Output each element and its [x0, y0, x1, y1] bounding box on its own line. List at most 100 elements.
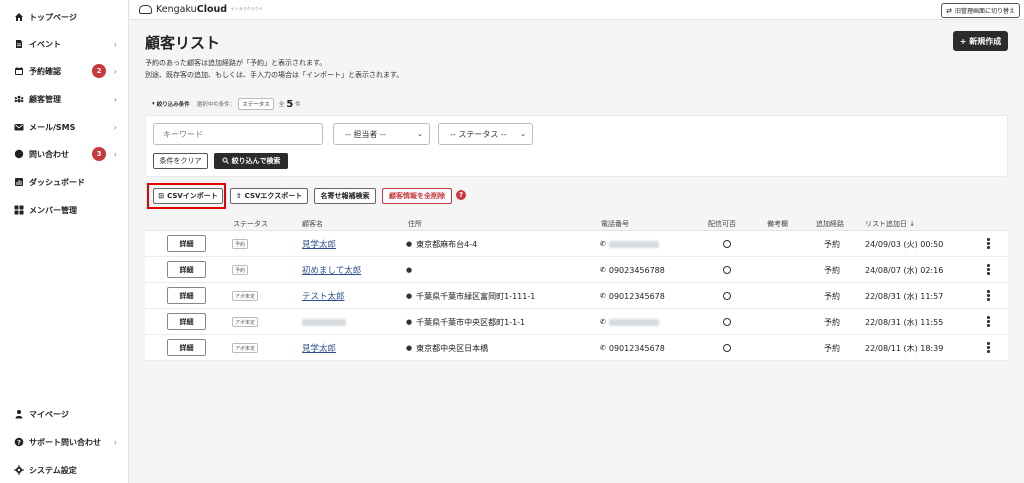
selected-conditions-label: 選択中の条件：: [196, 102, 236, 108]
users-icon: [14, 94, 24, 104]
switch-legacy-button[interactable]: ⇄ 旧管理画面に切り替え: [941, 3, 1020, 18]
mail-icon: [14, 122, 24, 132]
sidebar-item-customers[interactable]: 顧客管理 ›: [0, 88, 129, 110]
chevron-right-icon: ›: [113, 149, 117, 159]
sidebar-item-dashboard[interactable]: ダッシュボード: [0, 171, 129, 193]
chevron-right-icon: ›: [113, 39, 117, 49]
phone-icon: ✆: [600, 318, 606, 326]
sidebar-item-label: イベント: [29, 39, 61, 49]
header-status: ステータス: [233, 220, 268, 228]
deliverable-mark: [723, 318, 731, 326]
table-row: 詳細 アポ未定 テスト太郎 ● 千葉県千葉市緑区富岡町1-111-1 ✆ 09012…: [145, 283, 1008, 309]
header-name: 顧客名: [302, 220, 323, 228]
csv-export-button[interactable]: ⇧ CSVエクスポート: [230, 188, 308, 204]
chevron-right-icon: ›: [113, 94, 117, 104]
sidebar-item-label: トップページ: [29, 12, 77, 22]
chevron-right-icon: ›: [113, 66, 117, 76]
deliverable-mark: [723, 292, 731, 300]
phone-icon: ✆: [600, 240, 606, 248]
total-suffix: 件: [295, 102, 301, 108]
sidebar-item-label: 顧客管理: [29, 94, 61, 104]
sidebar-item-mypage[interactable]: マイページ: [0, 403, 129, 425]
customer-name-link[interactable]: テスト太郎: [302, 290, 345, 302]
chevron-right-icon: ›: [113, 122, 117, 132]
detail-button[interactable]: 詳細: [167, 235, 206, 252]
header-deliverable: 配信可否: [708, 220, 736, 228]
grid-icon: [14, 205, 24, 215]
table-row: 詳細 予約 見学太郎 ● 東京都麻布台4-4 ✆ 予約 24/09/03 (火) …: [145, 231, 1008, 257]
route-text: 予約: [824, 317, 840, 327]
sidebar-item-support[interactable]: ? サポート問い合わせ ›: [0, 431, 129, 453]
cloud-logo-icon: [139, 5, 152, 14]
search-icon: [222, 157, 229, 166]
filter-search-button[interactable]: 絞り込んで検索: [214, 153, 288, 169]
new-customer-button[interactable]: + 新規作成: [953, 31, 1008, 51]
filter-title[interactable]: 絞り込み条件: [157, 100, 190, 108]
header-phone: 電話番号: [601, 220, 629, 228]
sidebar-item-events[interactable]: イベント ›: [0, 33, 129, 55]
detail-button[interactable]: 詳細: [167, 313, 206, 330]
deliverable-mark: [723, 266, 731, 274]
detail-button[interactable]: 詳細: [167, 339, 206, 356]
route-text: 予約: [824, 343, 840, 353]
delete-all-button[interactable]: 顧客情報を全削除: [382, 188, 452, 204]
address-text: 東京都麻布台4-4: [416, 239, 478, 249]
filter-search-label: 絞り込んで検索: [231, 157, 281, 165]
import-icon: ⊡: [158, 192, 165, 200]
keyword-input[interactable]: [153, 123, 323, 145]
customer-name-link[interactable]: 初めまして太郎: [302, 264, 361, 276]
help-icon[interactable]: ?: [456, 190, 466, 200]
table-row: 詳細 アポ未定 ● 千葉県千葉市中央区都町1-1-1 ✆ 予約 22/08/31 …: [145, 309, 1008, 335]
chat-icon: [14, 149, 24, 159]
notification-badge: 2: [92, 64, 106, 78]
status-badge: 予約: [232, 265, 249, 275]
redacted-phone: [608, 318, 659, 326]
page-title: 顧客リスト: [145, 34, 221, 52]
customer-name-link[interactable]: 見学太郎: [302, 342, 336, 354]
clear-conditions-button[interactable]: 条件をクリア: [153, 153, 208, 169]
more-options-icon[interactable]: [987, 316, 990, 327]
status-select[interactable]: -- ステータス -- ⌄: [438, 123, 533, 145]
phone-text: 09023456788: [608, 265, 665, 275]
sidebar-item-settings[interactable]: システム設定: [0, 459, 129, 481]
filter-header: ▾ 絞り込み条件 選択中の条件： ステータス 全 5 件: [152, 98, 301, 110]
added-date-text: 24/09/03 (火) 00:50: [865, 239, 944, 249]
detail-button[interactable]: 詳細: [167, 261, 206, 278]
customer-name-link[interactable]: 見学太郎: [302, 238, 336, 250]
sidebar-item-mail[interactable]: メール/SMS ›: [0, 116, 129, 138]
sidebar-item-top[interactable]: トップページ: [0, 6, 129, 28]
sidebar-item-label: メール/SMS: [29, 122, 76, 132]
route-text: 予約: [824, 265, 840, 275]
status-badge: アポ未定: [232, 317, 259, 327]
logo-bold: Cloud: [196, 4, 228, 15]
name-match-search-button[interactable]: 名寄せ報補検索: [314, 188, 376, 204]
sidebar-item-reservations[interactable]: 予約確認 2 ›: [0, 60, 129, 82]
header-added-date[interactable]: リスト追加日 ↓: [865, 219, 915, 229]
assignee-select[interactable]: -- 担当者 -- ⌄: [333, 123, 430, 145]
sidebar-item-label: 問い合わせ: [29, 149, 69, 159]
added-date-text: 22/08/31 (水) 11:55: [865, 317, 944, 327]
home-icon: [14, 12, 24, 22]
status-badge: アポ未定: [232, 343, 259, 353]
more-options-icon[interactable]: [987, 264, 990, 275]
caret-down-icon[interactable]: ▾: [152, 101, 155, 107]
redacted-phone: [608, 240, 659, 248]
phone-text: 09012345678: [608, 291, 665, 301]
export-icon: ⇧: [235, 192, 242, 200]
csv-import-button[interactable]: ⊡ CSVインポート: [153, 188, 223, 204]
sidebar-item-inquiries[interactable]: 問い合わせ 3 ›: [0, 143, 129, 165]
detail-button[interactable]: 詳細: [167, 287, 206, 304]
person-icon: [14, 409, 24, 419]
address-text: 千葉県千葉市中央区都町1-1-1: [416, 317, 526, 327]
sidebar-item-label: ダッシュボード: [29, 177, 85, 187]
more-options-icon[interactable]: [987, 342, 990, 353]
customer-table: 詳細 予約 見学太郎 ● 東京都麻布台4-4 ✆ 予約 24/09/03 (火) …: [145, 230, 1008, 361]
more-options-icon[interactable]: [987, 238, 990, 249]
sidebar-item-label: メンバー管理: [29, 205, 77, 215]
redacted-name[interactable]: [302, 318, 346, 326]
logo[interactable]: Kengaku Cloud ケンガククラウド: [139, 4, 263, 15]
added-date-text: 22/08/11 (木) 18:39: [865, 343, 944, 353]
status-badge: 予約: [232, 239, 249, 249]
sidebar-item-members[interactable]: メンバー管理: [0, 199, 129, 221]
more-options-icon[interactable]: [987, 290, 990, 301]
